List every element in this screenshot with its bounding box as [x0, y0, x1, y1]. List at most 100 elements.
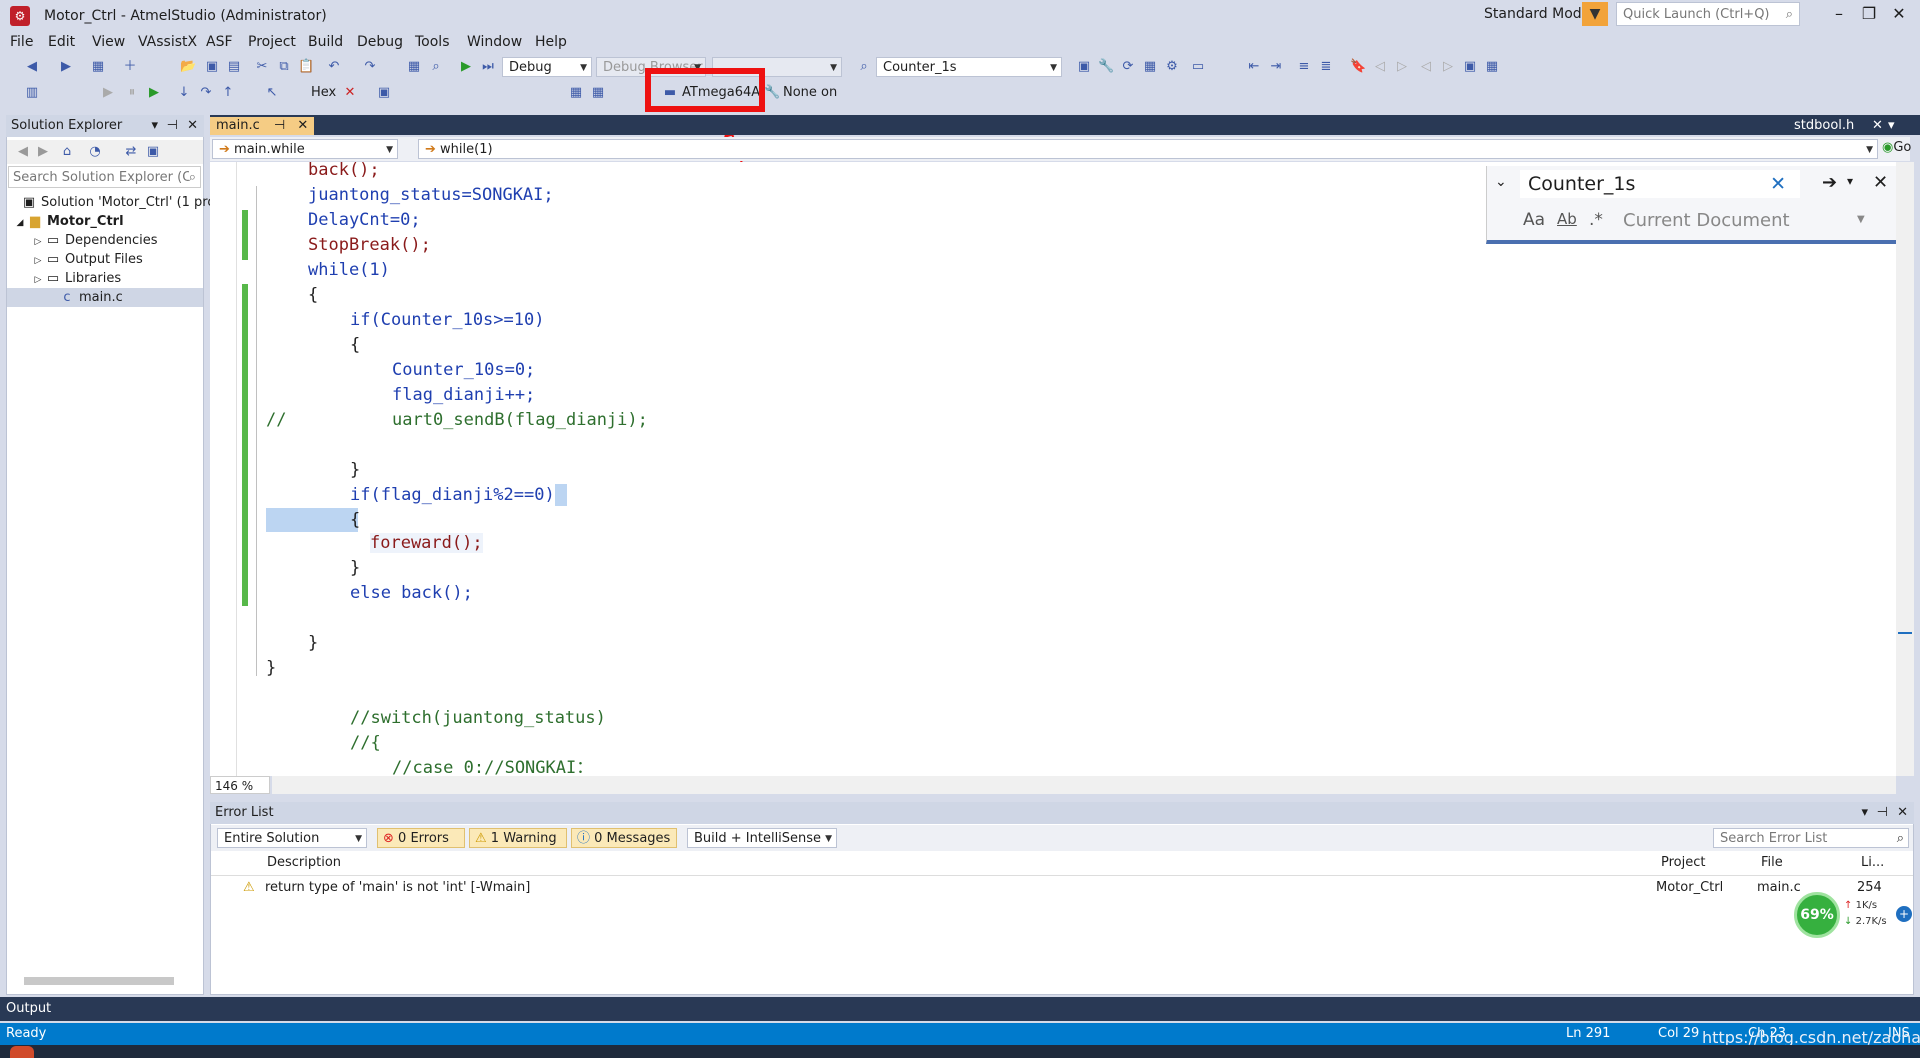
hex-toggle[interactable]: Hex [311, 85, 336, 100]
find-combo[interactable]: Counter_1s ▼ [876, 57, 1062, 77]
save-icon[interactable]: ▣ [204, 59, 220, 75]
menu-file[interactable]: File [10, 34, 33, 50]
copy-icon[interactable]: ⧉ [276, 59, 292, 75]
menu-asf[interactable]: ASF [206, 34, 233, 50]
menu-help[interactable]: Help [535, 34, 567, 50]
chip-tool-2-icon[interactable]: ▦ [590, 85, 606, 101]
start-button-icon[interactable] [10, 1046, 34, 1058]
tree-item-project[interactable]: ◢ ▆ Motor_Ctrl [13, 212, 124, 231]
tab-main-c[interactable]: main.c ⊣ ✕ [210, 117, 315, 135]
output-tab[interactable]: Output [0, 997, 1920, 1021]
tree-item-solution[interactable]: ▣ Solution 'Motor_Ctrl' (1 proje [21, 193, 227, 212]
open-icon[interactable]: 📂 [180, 59, 196, 75]
step-into-icon[interactable]: ↓ [176, 85, 192, 101]
find-next-icon[interactable]: ➔ [1822, 172, 1837, 193]
cut-icon[interactable]: ✂ [254, 59, 270, 75]
match-whole-word-icon[interactable]: Ab [1557, 210, 1577, 228]
filter-icon[interactable]: ▼ [1582, 2, 1608, 26]
column-project[interactable]: Project [1661, 855, 1705, 870]
plus-icon[interactable]: + [1896, 906, 1912, 922]
close-icon[interactable]: ✕ [297, 118, 308, 133]
menu-vassistx[interactable]: VAssistX [138, 34, 197, 50]
tab-stdbool-h[interactable]: stdbool.h [1788, 117, 1860, 135]
calculator-icon[interactable]: ▦ [406, 59, 422, 75]
toggle-replace-icon[interactable]: ⌄ [1495, 174, 1507, 190]
refresh-icon[interactable]: ⟳ [1120, 59, 1136, 75]
bookmark-window-icon[interactable]: ▣ [1462, 59, 1478, 75]
go-button[interactable]: ◉Go [1882, 140, 1911, 155]
column-line[interactable]: Li... [1861, 855, 1884, 870]
window-icon[interactable]: ▭ [1190, 59, 1206, 75]
forward-icon[interactable]: ▶ [58, 59, 74, 75]
start-without-debugging-icon[interactable]: ⏭ [480, 59, 496, 75]
zoom-combo[interactable]: 146 % [210, 776, 270, 794]
add-item-icon[interactable]: ＋ [122, 59, 138, 75]
pin-icon[interactable]: ⊣ [1877, 802, 1888, 824]
close-icon[interactable]: ✕ [1897, 802, 1908, 824]
scope-combo[interactable]: ➔ main.while ▼ [212, 139, 398, 159]
chip-icon[interactable]: ▦ [1142, 59, 1158, 75]
config-combo[interactable]: Debug ▼ [502, 57, 592, 77]
home-icon[interactable]: ⌂ [59, 144, 75, 160]
menu-tools[interactable]: Tools [415, 34, 450, 50]
tree-item-libraries[interactable]: ▷ ▭ Libraries [31, 269, 122, 288]
find-icon[interactable]: ⌕ [856, 59, 872, 75]
network-monitor-widget[interactable]: 69% ↑ 1K/s ↓ 2.7K/s + [1794, 892, 1912, 938]
indent-icon[interactable]: ⇤ [1246, 59, 1262, 75]
step-over-icon[interactable]: ↷ [198, 85, 214, 101]
device-programming-icon[interactable]: ▣ [1076, 59, 1092, 75]
tree-item-output-files[interactable]: ▷ ▭ Output Files [31, 250, 143, 269]
close-button[interactable]: ✕ [1884, 4, 1914, 23]
find-scope[interactable]: Current Document [1623, 210, 1790, 231]
cursor-icon[interactable]: ↖ [264, 85, 280, 101]
close-icon[interactable]: ✕ [187, 115, 198, 137]
tree-item-main-c[interactable]: c main.c [7, 288, 203, 307]
chip-tool-icon[interactable]: ▦ [568, 85, 584, 101]
outdent-icon[interactable]: ⇥ [1268, 59, 1284, 75]
save-all-icon[interactable]: ▤ [226, 59, 242, 75]
new-project-icon[interactable]: ▦ [90, 59, 106, 75]
editor-vscrollbar[interactable] [1896, 162, 1914, 776]
menu-project[interactable]: Project [248, 34, 296, 50]
dropdown-icon[interactable]: ▾ [1861, 802, 1868, 824]
error-search-input[interactable]: Search Error List ⌕ [1713, 828, 1909, 848]
quick-launch-input[interactable]: Quick Launch (Ctrl+Q) ⌕ [1616, 2, 1800, 26]
collapse-icon[interactable]: ▣ [145, 144, 161, 160]
hex-close-icon[interactable]: ✕ [342, 85, 358, 101]
sync-icon[interactable]: ⇄ [123, 144, 139, 160]
tool-icon[interactable]: 🔧 [764, 85, 780, 101]
paste-icon[interactable]: 📋 [298, 59, 314, 75]
close-find-icon[interactable]: ✕ [1873, 172, 1888, 193]
solution-search-input[interactable]: Search Solution Explorer (C ⌕ [8, 166, 201, 188]
step-out-icon[interactable]: ↑ [220, 85, 236, 101]
column-file[interactable]: File [1761, 855, 1783, 870]
memory-window-icon[interactable]: ▣ [376, 85, 392, 101]
back-icon[interactable]: ◀ [24, 59, 40, 75]
settings-icon[interactable]: ⚙ [1164, 59, 1180, 75]
menu-window[interactable]: Window [467, 34, 522, 50]
pin-icon[interactable]: ⊣ [274, 118, 285, 133]
history-icon[interactable]: ◔ [87, 144, 103, 160]
forward-icon[interactable]: ▶ [35, 144, 51, 160]
bookmark-icon[interactable]: 🔖 [1350, 59, 1366, 75]
solution-hscrollbar[interactable] [24, 977, 174, 985]
errors-filter-button[interactable]: ⊗ 0 Errors [377, 828, 465, 848]
warnings-filter-button[interactable]: ⚠ 1 Warning [469, 828, 567, 848]
expanded-icon[interactable]: ◢ [13, 214, 27, 233]
clear-bookmarks-icon[interactable]: ▦ [1484, 59, 1500, 75]
table-row[interactable]: ⚠ return type of 'main' is not 'int' [-W… [211, 878, 1913, 898]
messages-filter-button[interactable]: ⓘ 0 Messages [571, 828, 677, 848]
start-debugging-icon[interactable]: ▶ [458, 59, 474, 75]
debug-windows-icon[interactable]: ▥ [24, 85, 40, 101]
column-description[interactable]: Description [267, 855, 341, 870]
code-editor[interactable] [210, 162, 1896, 776]
find-in-files-icon[interactable]: ⌕ [428, 59, 444, 75]
menu-view[interactable]: View [92, 34, 125, 50]
menu-edit[interactable]: Edit [48, 34, 75, 50]
menu-debug[interactable]: Debug [357, 34, 403, 50]
redo-icon[interactable]: ↷ [362, 59, 378, 75]
undo-icon[interactable]: ↶ [326, 59, 342, 75]
maximize-button[interactable]: ❐ [1854, 4, 1884, 23]
minimize-button[interactable]: – [1824, 4, 1854, 23]
match-case-icon[interactable]: Aa [1523, 210, 1545, 230]
